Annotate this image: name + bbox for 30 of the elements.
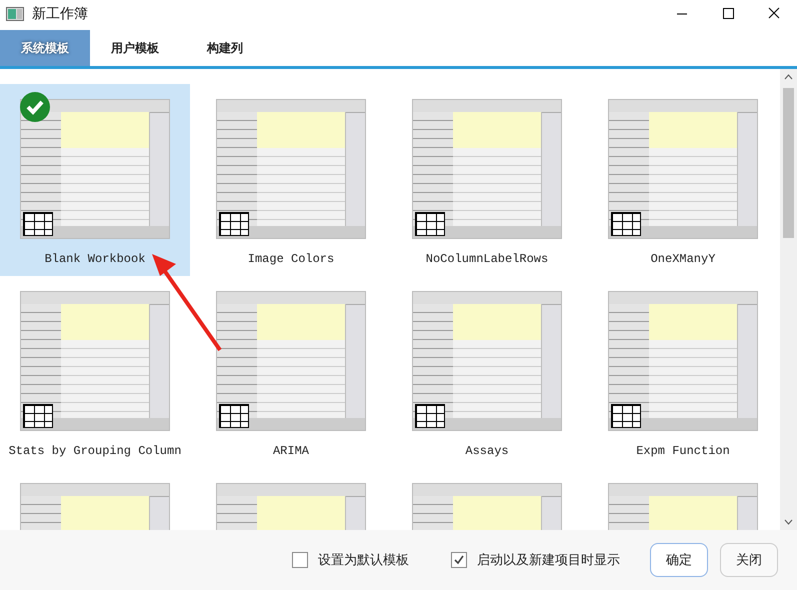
template-label: NoColumnLabelRows	[426, 252, 548, 266]
template-label: Image Colors	[248, 252, 334, 266]
dialog-button[interactable]: 关闭	[720, 543, 778, 577]
template-label: Blank Workbook	[44, 252, 146, 266]
template-item[interactable]: Expm Function	[588, 276, 778, 468]
template-label: Assays	[465, 444, 509, 458]
window-title: 新工作簿	[32, 5, 88, 23]
checkbox[interactable]	[292, 552, 308, 568]
checkbox-label: 启动以及新建项目时显示	[477, 552, 620, 569]
template-label: OneXManyY	[650, 252, 716, 266]
template-label: Stats by Grouping Column	[8, 444, 182, 458]
template-item[interactable]: NoColumnLabelRows	[392, 84, 582, 276]
scrollbar[interactable]	[780, 69, 797, 530]
check-icon	[20, 92, 50, 122]
template-item[interactable]: OneXManyY	[588, 84, 778, 276]
template-item[interactable]: ARIMA	[196, 276, 386, 468]
dialog-button[interactable]: 确定	[650, 543, 708, 577]
tab[interactable]: 用户模板	[90, 30, 180, 66]
template-item[interactable]: Assays	[392, 276, 582, 468]
template-label: ARIMA	[272, 444, 309, 458]
checkbox-label: 设置为默认模板	[318, 552, 409, 569]
checkbox[interactable]	[451, 552, 467, 568]
checkmark-icon	[454, 555, 464, 565]
template-item[interactable]: Blank Workbook	[0, 84, 190, 276]
template-item[interactable]: Image Colors	[196, 84, 386, 276]
template-label: Expm Function	[636, 444, 730, 458]
tab[interactable]: 构建列	[180, 30, 270, 66]
scroll-thumb[interactable]	[783, 88, 794, 238]
template-item[interactable]: Stats by Grouping Column	[0, 276, 190, 468]
app-icon	[6, 7, 24, 21]
